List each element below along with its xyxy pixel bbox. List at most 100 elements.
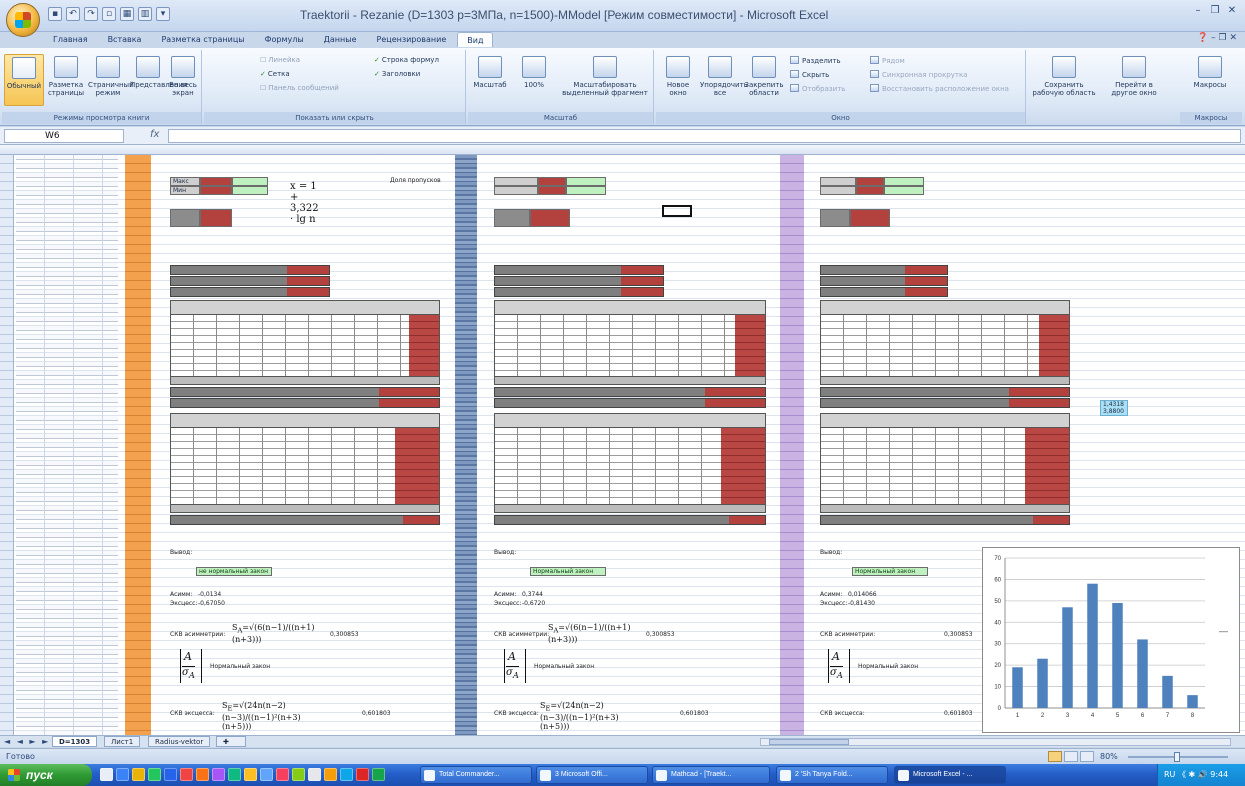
theoretical-table-left[interactable]	[170, 413, 440, 513]
row-headers[interactable]	[0, 155, 14, 735]
conclusion-row-left[interactable]	[170, 515, 440, 525]
tab-view[interactable]: Вид	[457, 32, 494, 47]
theoretical-table-right[interactable]	[820, 413, 1070, 513]
count-value-right[interactable]	[850, 209, 890, 227]
page-break-shortcut-icon[interactable]	[1080, 751, 1094, 762]
tab-formulas[interactable]: Формулы	[256, 32, 313, 47]
switch-windows-button[interactable]: Перейти в другое окно	[1102, 54, 1166, 106]
restore-icon[interactable]: ❐	[1208, 4, 1222, 18]
param-row-1-right[interactable]	[820, 265, 948, 275]
gridlines-checkbox[interactable]: Сетка	[260, 70, 290, 78]
print-preview-icon[interactable]: ▫	[102, 7, 116, 21]
side-values-cell[interactable]: 1,4318 3,8800	[1100, 400, 1128, 416]
ie-icon[interactable]	[116, 768, 129, 781]
max-value-cell[interactable]	[200, 177, 232, 186]
full-screen-button[interactable]: Во весь экран	[166, 54, 200, 106]
worksheet-grid[interactable]: Макс Мин x = 1 + 3,322 · lg n Доля пропу…	[0, 145, 1245, 735]
max-status-mid[interactable]	[566, 177, 606, 186]
insert-sheet-tab[interactable]: ✚	[216, 736, 246, 747]
sheet-tab-d1303[interactable]: D=1303	[52, 736, 98, 747]
arrange-all-button[interactable]: Упорядочить все	[700, 54, 748, 106]
misc3-launch-icon[interactable]	[292, 768, 305, 781]
count-cell-mid[interactable]	[494, 209, 530, 227]
misc7-launch-icon[interactable]	[356, 768, 369, 781]
misc6-launch-icon[interactable]	[340, 768, 353, 781]
mathcad-launch-icon[interactable]	[212, 768, 225, 781]
headings-checkbox[interactable]: Заголовки	[374, 70, 420, 78]
min-value-cell[interactable]	[200, 186, 232, 195]
normal-view-button[interactable]: Обычный	[4, 54, 44, 106]
data-columns-left[interactable]	[16, 155, 118, 735]
taskbar-excel[interactable]: Microsoft Excel - ...	[894, 766, 1006, 784]
conclusion-row-mid[interactable]	[494, 515, 766, 525]
normality-result-left[interactable]: не нормальный закон	[196, 567, 272, 576]
max-value-right[interactable]	[856, 177, 884, 186]
param-row-2-mid[interactable]	[494, 276, 664, 286]
active-cell-selection[interactable]	[662, 205, 692, 217]
chi-crit-row-left[interactable]	[170, 398, 440, 408]
ruler-checkbox[interactable]: Линейка	[260, 56, 300, 64]
param-row-3-mid[interactable]	[494, 287, 664, 297]
max-label-right[interactable]	[820, 177, 856, 186]
formula-input[interactable]	[168, 129, 1241, 143]
max-label-mid[interactable]	[494, 177, 538, 186]
tc-launch-icon[interactable]	[244, 768, 257, 781]
zoom-slider-knob[interactable]	[1174, 752, 1180, 762]
office-button[interactable]	[6, 3, 40, 37]
sheet-tab-radius-vektor[interactable]: Radius-vektor	[148, 736, 211, 747]
param-row-3[interactable]	[170, 287, 330, 297]
sheet-nav-buttons[interactable]: ◄ ◄ ► ►	[4, 737, 50, 746]
min-status-mid[interactable]	[566, 186, 606, 195]
page-layout-button[interactable]: Разметка страницы	[46, 54, 86, 106]
hide-button[interactable]: Скрыть	[790, 70, 829, 79]
histogram-chart[interactable]: 0 10 20 30 40 50 60 70 1 2 3 4 5 6 7 8 —	[982, 547, 1240, 733]
chi-square-row-mid[interactable]	[494, 387, 766, 397]
normality-result-mid[interactable]: Нормальный закон	[530, 567, 606, 576]
zoom-100-button[interactable]: 100%	[514, 54, 554, 106]
fx-icon[interactable]: fx	[150, 129, 159, 140]
undo-icon[interactable]: ↶	[66, 7, 80, 21]
horizontal-scrollbar[interactable]	[760, 738, 1231, 746]
misc8-launch-icon[interactable]	[372, 768, 385, 781]
param-row-1-mid[interactable]	[494, 265, 664, 275]
max-label[interactable]: Макс	[170, 177, 200, 186]
taskbar-office[interactable]: 3 Microsoft Offi...	[536, 766, 648, 784]
count-cell-right[interactable]	[820, 209, 850, 227]
customize-qat-icon[interactable]: ▾	[156, 7, 170, 21]
max-value-mid[interactable]	[538, 177, 566, 186]
page-break-button[interactable]: Страничный режим	[88, 54, 134, 106]
side-by-side-button[interactable]: Рядом	[870, 56, 905, 65]
misc2-launch-icon[interactable]	[276, 768, 289, 781]
table-icon[interactable]: ▦	[120, 7, 134, 21]
max-status-cell[interactable]	[232, 177, 268, 186]
folder-icon[interactable]	[132, 768, 145, 781]
minimize-icon[interactable]: –	[1191, 4, 1205, 18]
min-value-mid[interactable]	[538, 186, 566, 195]
chi-square-row-left[interactable]	[170, 387, 440, 397]
min-value-right[interactable]	[856, 186, 884, 195]
theoretical-table-mid[interactable]	[494, 413, 766, 513]
tool-launch-icon[interactable]	[228, 768, 241, 781]
chi-square-row-right[interactable]	[820, 387, 1070, 397]
excel-launch-icon[interactable]	[148, 768, 161, 781]
min-label[interactable]: Мин	[170, 186, 200, 195]
chart-icon[interactable]: ▥	[138, 7, 152, 21]
min-label-right[interactable]	[820, 186, 856, 195]
conclusion-row-right[interactable]	[820, 515, 1070, 525]
max-status-right[interactable]	[884, 177, 924, 186]
param-row-2-right[interactable]	[820, 276, 948, 286]
count-cell[interactable]	[170, 209, 200, 227]
taskbar-folder[interactable]: 2 'Sh Tanya Fold...	[776, 766, 888, 784]
count-value-mid[interactable]	[530, 209, 570, 227]
unhide-button[interactable]: Отобразить	[790, 84, 845, 93]
normal-view-shortcut-icon[interactable]	[1048, 751, 1062, 762]
start-button[interactable]: пуск	[0, 764, 92, 786]
interval-table-left[interactable]	[170, 300, 440, 385]
chi-crit-row-right[interactable]	[820, 398, 1070, 408]
min-status-right[interactable]	[884, 186, 924, 195]
save-workspace-button[interactable]: Сохранить рабочую область	[1032, 54, 1096, 106]
tab-review[interactable]: Рецензирование	[368, 32, 456, 47]
highlighted-column-mid[interactable]	[455, 155, 477, 735]
taskbar-mathcad[interactable]: Mathcad - [Traekt...	[652, 766, 770, 784]
page-layout-shortcut-icon[interactable]	[1064, 751, 1078, 762]
